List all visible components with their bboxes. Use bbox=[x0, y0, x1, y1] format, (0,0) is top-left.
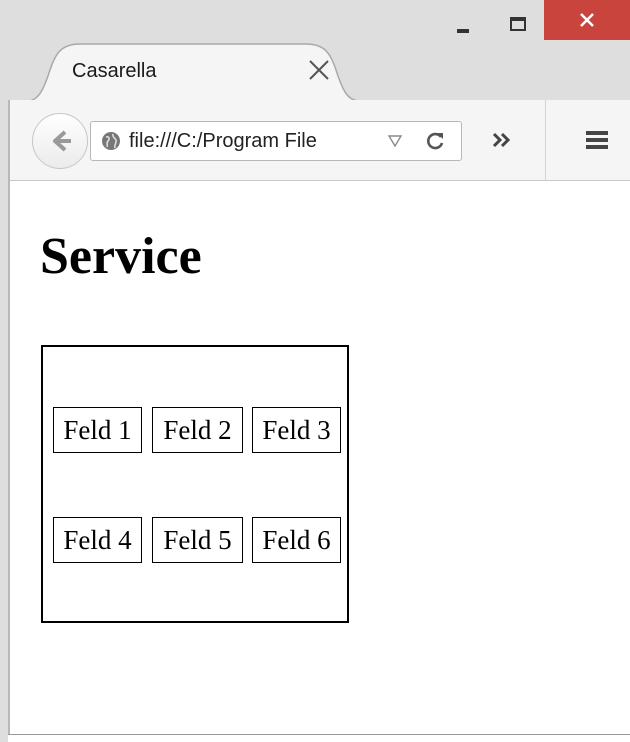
field-container: Feld 1 Feld 2 Feld 3 Feld 4 Feld 5 Feld … bbox=[41, 345, 349, 623]
reload-icon[interactable] bbox=[423, 129, 447, 153]
url-text: file:///C:/Program File bbox=[129, 130, 317, 152]
maximize-icon[interactable] bbox=[502, 14, 540, 38]
window-frame-left bbox=[0, 100, 8, 742]
hamburger-menu-icon[interactable] bbox=[580, 124, 616, 156]
tab-title: Casarella bbox=[72, 60, 157, 82]
field-1: Feld 1 bbox=[53, 407, 142, 453]
field-5: Feld 5 bbox=[152, 517, 243, 563]
back-arrow-icon bbox=[53, 130, 71, 152]
globe-icon bbox=[102, 132, 120, 150]
minimize-icon[interactable] bbox=[446, 14, 484, 38]
field-3: Feld 3 bbox=[252, 407, 341, 453]
overflow-icon[interactable] bbox=[485, 124, 521, 156]
window-border-bottom bbox=[8, 734, 630, 735]
back-button[interactable] bbox=[32, 113, 88, 169]
url-bar[interactable]: file:///C:/Program File bbox=[90, 121, 462, 161]
page-content: Service Feld 1 Feld 2 Feld 3 Feld 4 Feld… bbox=[10, 181, 630, 734]
navigation-bar: file:///C:/Program File bbox=[10, 100, 630, 181]
close-window-button[interactable] bbox=[544, 0, 630, 40]
toolbar-separator bbox=[545, 100, 546, 180]
tab-close-icon[interactable] bbox=[305, 56, 333, 84]
field-6: Feld 6 bbox=[252, 517, 341, 563]
field-4: Feld 4 bbox=[53, 517, 142, 563]
field-2: Feld 2 bbox=[152, 407, 243, 453]
dropdown-arrow-icon[interactable] bbox=[387, 134, 403, 148]
close-icon bbox=[580, 13, 594, 27]
page-title: Service bbox=[40, 228, 202, 285]
browser-window: Casarella file:///C:/Program File Servic… bbox=[0, 0, 630, 742]
window-border-left bbox=[8, 100, 10, 734]
